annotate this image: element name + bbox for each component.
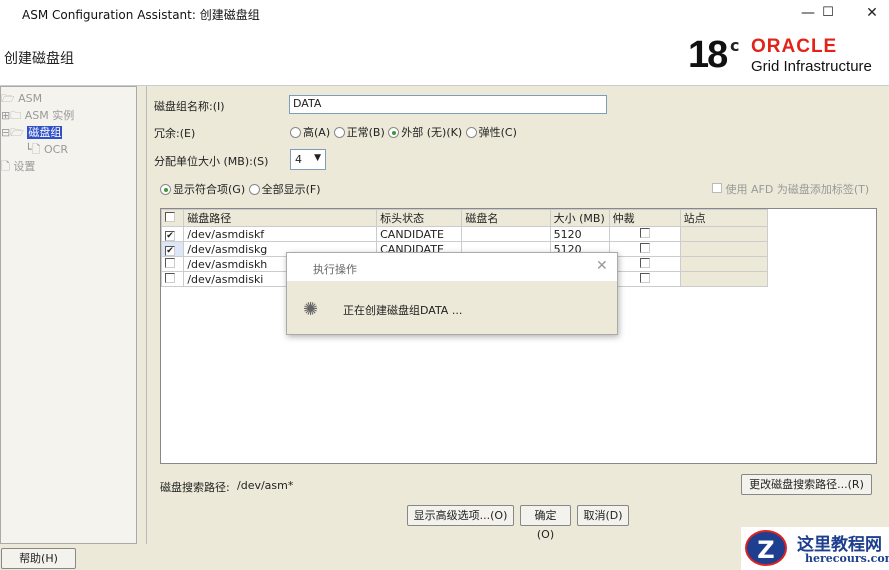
redundancy-external[interactable]: 外部 (无)(K) (388, 126, 462, 139)
au-size-label: 分配单位大小 (MB):(S) (154, 155, 269, 168)
folder-icon: 🗀 (10, 109, 22, 122)
window-title: ASM Configuration Assistant: 创建磁盘组 (22, 8, 260, 22)
select-all-checkbox[interactable] (160, 209, 185, 227)
folder-open-icon: 🗁 (1, 92, 15, 105)
show-all-radio[interactable]: 全部显示(F) (248, 183, 321, 196)
quorum-checkbox[interactable] (608, 226, 681, 242)
advanced-options-button[interactable]: 显示高级选项...(O) (407, 505, 514, 526)
discovery-path-value: /dev/asm* (237, 479, 294, 492)
radio-selected-icon (160, 184, 171, 195)
redundancy-high[interactable]: 高(A) (290, 126, 330, 139)
table-header: 磁盘路径 标头状态 磁盘名 大小 (MB) 仲裁 站点 (160, 209, 769, 227)
row-checkbox[interactable] (160, 271, 185, 287)
product-name: Grid Infrastructure (751, 58, 872, 75)
title-bar: ASM Configuration Assistant: 创建磁盘组 — ☐ ✕ (0, 0, 889, 26)
chevron-down-icon: ▼ (314, 153, 321, 163)
spinner-icon: ✺ (303, 299, 319, 320)
diskgroup-name-label: 磁盘组名称:(I) (154, 100, 225, 113)
help-button[interactable]: 帮助(H) (1, 548, 76, 569)
redundancy-normal[interactable]: 正常(B) (333, 126, 385, 139)
radio-icon (333, 127, 345, 138)
close-icon[interactable]: ✕ (596, 258, 608, 274)
filter-group: 显示符合项(G) 全部显示(F) (160, 181, 321, 197)
quorum-checkbox[interactable] (608, 241, 681, 257)
close-button[interactable]: ✕ (852, 2, 889, 24)
document-icon: 🗋 (1, 160, 10, 173)
logo-version: 18 (688, 34, 728, 76)
diskgroup-name-input[interactable]: DATA (289, 95, 607, 114)
navigation-tree: 🗁 ASM ⊞🗀 ASM 实例 ⊟🗁 磁盘组 └🗋 OCR 🗋 设置 (0, 86, 137, 544)
tree-connector: └ (25, 143, 32, 156)
dialog-header: 执行操作 ✕ (287, 253, 617, 281)
progress-dialog: 执行操作 ✕ ✺ 正在创建磁盘组DATA ... (286, 252, 618, 335)
col-name[interactable]: 磁盘名 (461, 209, 551, 227)
radio-selected-icon (388, 127, 400, 138)
ok-button[interactable]: 确定(O) (520, 505, 571, 541)
col-size[interactable]: 大小 (MB) (549, 209, 610, 227)
expand-icon[interactable]: ⊞ (1, 109, 10, 122)
col-site[interactable]: 站点 (679, 209, 769, 227)
redundancy-flex[interactable]: 弹性(C) (465, 126, 517, 139)
quorum-checkbox[interactable] (608, 271, 681, 287)
show-eligible-radio[interactable]: 显示符合项(G) (160, 183, 245, 196)
table-row[interactable]: ✔/dev/asmdiskf CANDIDATE 5120 (160, 226, 769, 242)
tree-item-settings[interactable]: 🗋 设置 (1, 158, 35, 177)
radio-icon (465, 127, 477, 138)
logo-c: c (730, 36, 740, 55)
folder-open-icon: 🗁 (10, 126, 24, 139)
watermark-logo-icon: Z (745, 530, 787, 566)
redundancy-label: 冗余:(E) (154, 127, 196, 140)
row-checkbox[interactable]: ✔ (160, 226, 185, 242)
afd-checkbox[interactable]: 使用 AFD 为磁盘添加标签(T) (712, 181, 869, 197)
change-discovery-path-button[interactable]: 更改磁盘搜索路径...(R) (741, 474, 872, 495)
redundancy-group: 高(A) 正常(B) 外部 (无)(K) 弹性(C) (290, 124, 517, 140)
radio-icon (248, 184, 260, 195)
col-quorum[interactable]: 仲裁 (608, 209, 681, 227)
dialog-message: 正在创建磁盘组DATA ... (343, 304, 463, 317)
oracle-logo: ORACLE (751, 36, 838, 57)
checkbox-icon (712, 183, 722, 193)
discovery-path-label: 磁盘搜索路径: (160, 481, 230, 494)
au-size-select[interactable]: 4 ▼ (290, 149, 326, 170)
disk-table: 磁盘路径 标头状态 磁盘名 大小 (MB) 仲裁 站点 ✔/dev/asmdis… (160, 208, 877, 464)
dialog-title: 执行操作 (313, 263, 357, 276)
document-icon: 🗋 (31, 143, 41, 156)
radio-icon (290, 127, 301, 138)
watermark: Z 这里教程网 herecours.com (741, 527, 889, 570)
page-title: 创建磁盘组 (4, 51, 74, 67)
col-status[interactable]: 标头状态 (376, 209, 463, 227)
header: 创建磁盘组 18 c ORACLE Grid Infrastructure (0, 26, 889, 86)
col-path[interactable]: 磁盘路径 (183, 209, 378, 227)
cancel-button[interactable]: 取消(D) (577, 505, 629, 526)
maximize-button[interactable]: ☐ (808, 2, 848, 24)
watermark-url: herecours.com (805, 552, 889, 565)
row-checkbox[interactable]: ✔ (160, 241, 185, 257)
collapse-icon[interactable]: ⊟ (1, 126, 10, 139)
quorum-checkbox[interactable] (608, 256, 681, 272)
row-checkbox[interactable] (160, 256, 185, 272)
